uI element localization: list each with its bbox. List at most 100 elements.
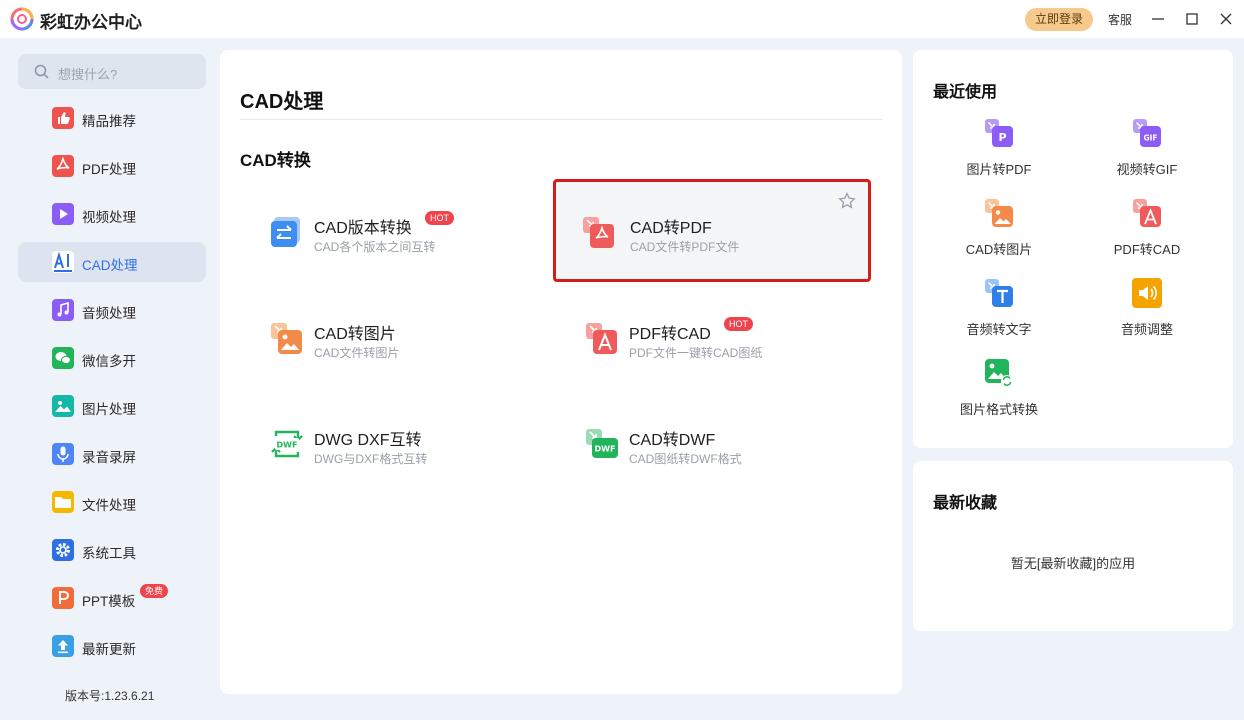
music-note-icon [52,299,74,321]
recent-item-label: 音频转文字 [966,322,1032,337]
hot-badge: HOT [724,317,753,331]
recent-item-pdf-to-cad[interactable]: PDF转CAD [1087,198,1207,268]
tool-card-dwg-dxf[interactable]: DWF DWG DXF互转 DWG与DXF格式互转 [252,393,566,491]
sidebar-item-label: CAD处理 [82,258,138,273]
recent-item-audio-adjust[interactable]: 音频调整 [1087,278,1207,348]
page-title: CAD处理 [240,91,324,113]
tool-name: PDF转CAD [629,326,711,343]
recent-item-label: PDF转CAD [1113,242,1181,257]
hot-badge: HOT [425,211,454,225]
sidebar-item-label: 系统工具 [82,546,136,561]
recent-item-label: 图片转PDF [966,162,1032,177]
swap-arrows-icon [270,215,304,249]
sidebar-item-image[interactable]: 图片处理 [18,386,206,426]
tool-desc: DWG与DXF格式互转 [314,452,428,466]
svg-text:P: P [998,131,1006,144]
login-button[interactable]: 立即登录 [1025,8,1093,31]
svg-text:DWF: DWF [277,441,298,450]
sidebar-item-recommended[interactable]: 精品推荐 [18,98,206,138]
sidebar-item-label: PPT模板 [82,594,136,609]
recent-item-video-to-gif[interactable]: GIF 视频转GIF [1087,118,1207,188]
tool-card-cad-version[interactable]: CAD版本转换 HOT CAD各个版本之间互转 [252,181,566,279]
favorites-panel: 最新收藏 暂无[最新收藏]的应用 [913,461,1233,631]
tool-card-pdf-to-cad[interactable]: PDF转CAD HOT PDF文件一键转CAD图纸 [567,287,881,385]
tool-name: CAD转DWF [629,432,716,449]
recent-panel: 最近使用 P 图片转PDF GIF 视频转GIF CAD转图片 PDF转CAD … [913,50,1233,448]
recent-item-image-format[interactable]: 图片格式转换 [939,358,1059,428]
cad-to-pdf-icon [582,215,616,249]
rainbow-logo-icon [10,7,34,31]
free-badge: 免费 [140,584,169,598]
pdf-icon [52,155,74,177]
search-icon [34,64,49,79]
divider [240,119,883,120]
video-to-gif-icon: GIF [1132,118,1162,148]
search-placeholder: 想搜什么? [58,67,118,82]
recent-item-image-to-pdf[interactable]: P 图片转PDF [939,118,1059,188]
cad-to-image-icon [984,198,1014,228]
sidebar-item-update[interactable]: 最新更新 [18,626,206,666]
app-title: 彩虹办公中心 [40,13,142,32]
image-format-icon [984,358,1014,388]
tool-desc: CAD文件转PDF文件 [630,240,740,254]
pdf-to-cad-icon [1132,198,1162,228]
audio-to-text-icon [984,278,1014,308]
tool-name: DWG DXF互转 [314,432,422,449]
sidebar-item-cad[interactable]: CAD处理 [18,242,206,282]
tool-name: CAD版本转换 [314,220,412,237]
tool-name: CAD转PDF [630,220,712,237]
video-play-icon [52,203,74,225]
sidebar-item-label: 图片处理 [82,402,136,417]
recent-item-audio-to-text[interactable]: 音频转文字 [939,278,1059,348]
sidebar-item-label: 录音录屏 [82,450,136,465]
sidebar-item-ppt[interactable]: PPT模板 免费 [18,578,206,618]
favorites-title: 最新收藏 [933,495,998,512]
sidebar-item-label: PDF处理 [82,162,136,177]
sidebar-item-audio[interactable]: 音频处理 [18,290,206,330]
tool-card-cad-to-dwf[interactable]: DWF CAD转DWF CAD图纸转DWF格式 [567,393,881,491]
sidebar-item-file[interactable]: 文件处理 [18,482,206,522]
recent-item-label: 视频转GIF [1116,162,1178,177]
sidebar-item-label: 视频处理 [82,210,136,225]
pdf-to-cad-icon [585,321,619,355]
tool-card-cad-to-pdf[interactable]: CAD转PDF CAD文件转PDF文件 [553,179,871,282]
upload-arrow-icon [52,635,74,657]
customer-service-link[interactable]: 客服 [1108,11,1132,28]
sidebar-item-wechat[interactable]: 微信多开 [18,338,206,378]
recent-item-cad-to-image[interactable]: CAD转图片 [939,198,1059,268]
ppt-icon [52,587,74,609]
cad-to-image-icon [270,321,304,355]
maximize-icon[interactable] [1182,9,1202,29]
image-icon [52,395,74,417]
gear-icon [52,539,74,561]
sidebar-item-record[interactable]: 录音录屏 [18,434,206,474]
sidebar-item-label: 文件处理 [82,498,136,513]
minimize-icon[interactable] [1148,9,1168,29]
sidebar-item-system[interactable]: 系统工具 [18,530,206,570]
sidebar-item-video[interactable]: 视频处理 [18,194,206,234]
svg-text:GIF: GIF [1143,134,1157,143]
tool-card-cad-to-image[interactable]: CAD转图片 CAD文件转图片 [252,287,566,385]
recent-title: 最近使用 [933,84,998,101]
search-box[interactable]: 想搜什么? [18,54,206,89]
recent-item-label: CAD转图片 [965,242,1033,257]
close-icon[interactable] [1216,9,1236,29]
microphone-icon [52,443,74,465]
recent-item-label: 图片格式转换 [959,402,1038,417]
thumbs-up-icon [52,107,74,129]
tool-desc: PDF文件一键转CAD图纸 [629,346,763,360]
section-title: CAD转换 [240,151,311,170]
sidebar-item-label: 音频处理 [82,306,136,321]
sidebar: 想搜什么? 精品推荐 PDF处理 视频处理 CAD处理 音频处理 微信多开 图片… [0,38,220,720]
star-favorite-icon[interactable] [838,192,856,210]
dwf-cycle-icon: DWF [270,427,304,461]
svg-text:DWF: DWF [595,445,616,454]
sidebar-item-pdf[interactable]: PDF处理 [18,146,206,186]
speaker-icon [1132,278,1162,308]
sidebar-item-label: 最新更新 [82,642,136,657]
tool-desc: CAD文件转图片 [314,346,400,360]
recent-item-label: 音频调整 [1120,322,1173,337]
title-bar: 彩虹办公中心 立即登录 客服 [0,0,1244,38]
image-to-pdf-icon: P [984,118,1014,148]
favorites-empty-text: 暂无[最新收藏]的应用 [1010,556,1136,571]
